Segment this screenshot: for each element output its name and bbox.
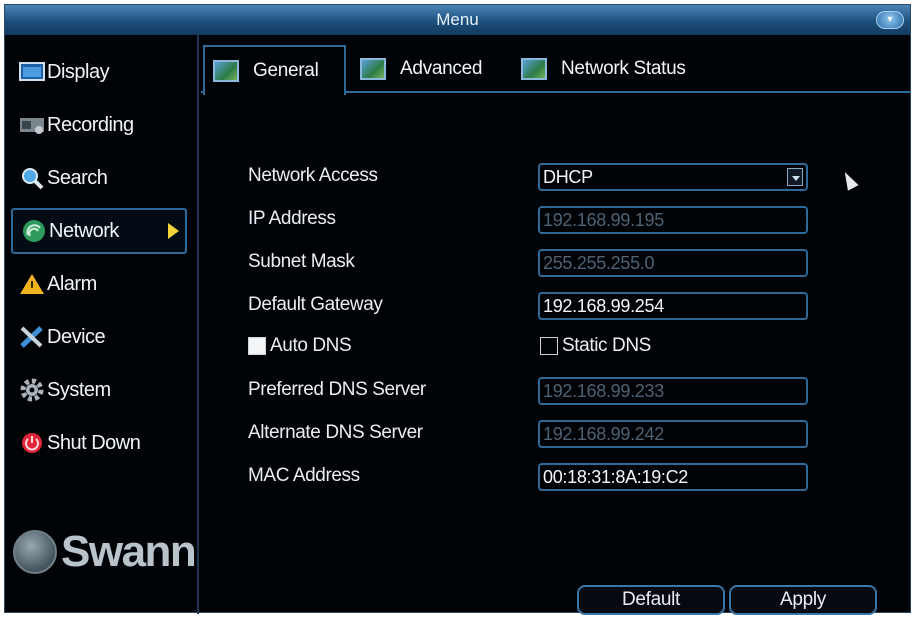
sidebar-item-label: Recording bbox=[47, 113, 134, 136]
network-icon bbox=[21, 219, 47, 243]
tab-advanced-icon bbox=[360, 58, 386, 80]
apply-button[interactable]: Apply bbox=[729, 585, 877, 615]
sidebar-item-label: Shut Down bbox=[47, 431, 141, 454]
static-dns-label: Static DNS bbox=[562, 335, 651, 356]
alternate-dns-label: Alternate DNS Server bbox=[248, 422, 423, 443]
preferred-dns-label: Preferred DNS Server bbox=[248, 379, 426, 400]
menu-window: Menu ▾ Display Recording Search Network … bbox=[4, 4, 911, 615]
tab-network-status-icon bbox=[521, 58, 547, 80]
default-button[interactable]: Default bbox=[577, 585, 725, 615]
sidebar-item-label: Alarm bbox=[47, 272, 97, 295]
swann-logo-icon bbox=[13, 530, 57, 574]
sidebar-item-network[interactable]: Network bbox=[11, 208, 187, 254]
sidebar-item-label: Display bbox=[47, 60, 110, 83]
preferred-dns-field[interactable]: 192.168.99.233 bbox=[538, 377, 808, 405]
chevron-down-icon[interactable] bbox=[787, 168, 803, 186]
gear-icon bbox=[19, 378, 45, 402]
network-access-select[interactable]: DHCP bbox=[538, 163, 808, 191]
device-icon bbox=[19, 325, 45, 349]
alternate-dns-field[interactable]: 192.168.99.242 bbox=[538, 420, 808, 448]
power-icon bbox=[19, 431, 45, 455]
alarm-icon bbox=[19, 272, 45, 296]
tab-general[interactable]: General bbox=[203, 45, 346, 95]
tab-bar: General Advanced Network Status bbox=[201, 41, 911, 95]
search-icon bbox=[19, 166, 45, 190]
ip-address-label: IP Address bbox=[248, 208, 336, 229]
sidebar-item-system[interactable]: System bbox=[11, 367, 187, 413]
sidebar-item-shut-down[interactable]: Shut Down bbox=[11, 420, 187, 466]
mac-address-field[interactable]: 00:18:31:8A:19:C2 bbox=[538, 463, 808, 491]
sidebar-item-label: Device bbox=[47, 325, 106, 348]
sidebar-item-display[interactable]: Display bbox=[11, 49, 187, 95]
sidebar-item-label: Network bbox=[49, 219, 119, 242]
default-gateway-label: Default Gateway bbox=[248, 294, 383, 315]
active-arrow-icon bbox=[168, 223, 179, 239]
network-access-value: DHCP bbox=[543, 167, 593, 187]
tab-advanced[interactable]: Advanced bbox=[352, 45, 482, 93]
network-access-label: Network Access bbox=[248, 165, 378, 186]
sidebar-item-recording[interactable]: Recording bbox=[11, 102, 187, 148]
default-gateway-field[interactable]: 192.168.99.254 bbox=[538, 292, 808, 320]
auto-dns-option[interactable]: Auto DNS bbox=[248, 335, 352, 357]
static-dns-option[interactable]: Static DNS bbox=[540, 335, 651, 357]
sidebar-item-search[interactable]: Search bbox=[11, 155, 187, 201]
window-title: Menu bbox=[436, 10, 479, 29]
sidebar-item-label: Search bbox=[47, 166, 108, 189]
auto-dns-label: Auto DNS bbox=[270, 335, 352, 356]
tab-label: Network Status bbox=[561, 58, 686, 79]
minimize-icon[interactable]: ▾ bbox=[876, 11, 904, 29]
title-bar: Menu ▾ bbox=[5, 5, 910, 35]
sidebar-item-label: System bbox=[47, 378, 111, 401]
tab-label: General bbox=[253, 60, 319, 81]
static-dns-checkbox[interactable] bbox=[540, 337, 558, 355]
sidebar-item-alarm[interactable]: Alarm bbox=[11, 261, 187, 307]
swann-logo: Swann bbox=[13, 527, 197, 577]
sidebar: Display Recording Search Network Alarm D… bbox=[5, 35, 199, 614]
subnet-mask-label: Subnet Mask bbox=[248, 251, 355, 272]
subnet-mask-field[interactable]: 255.255.255.0 bbox=[538, 249, 808, 277]
logo-text: Swann bbox=[61, 527, 197, 576]
tab-general-icon bbox=[213, 60, 239, 82]
tab-label: Advanced bbox=[400, 58, 483, 79]
sidebar-item-device[interactable]: Device bbox=[11, 314, 187, 360]
recording-icon bbox=[19, 113, 45, 137]
auto-dns-checkbox[interactable] bbox=[248, 337, 266, 355]
display-icon bbox=[19, 60, 45, 84]
tab-network-status[interactable]: Network Status bbox=[513, 45, 686, 93]
ip-address-field[interactable]: 192.168.99.195 bbox=[538, 206, 808, 234]
mouse-pointer-icon bbox=[839, 169, 859, 191]
mac-address-label: MAC Address bbox=[248, 465, 360, 486]
